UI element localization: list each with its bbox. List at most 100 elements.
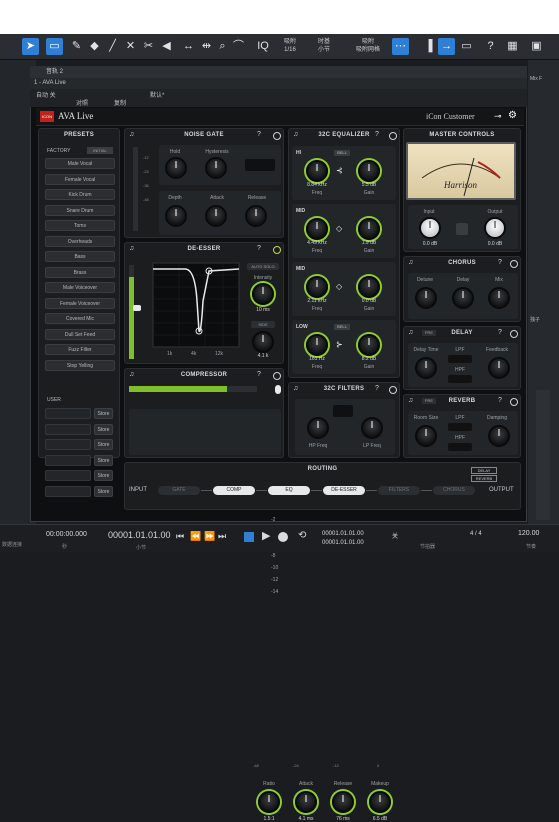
preset-item[interactable]: Stop Yelling (45, 359, 115, 371)
preset-dropdown[interactable]: 默认* (150, 90, 164, 99)
store-button[interactable]: Store (94, 408, 113, 419)
preset-item[interactable]: Toms (45, 220, 115, 231)
deesser-headphone-icon[interactable]: ♫ (129, 245, 134, 252)
view-icon[interactable]: ▦ (504, 38, 521, 55)
preset-item[interactable]: Male Vocal (45, 158, 115, 169)
filters-slope-display[interactable] (333, 405, 353, 417)
store-button[interactable]: Store (94, 470, 113, 481)
gate-release-knob[interactable] (245, 205, 267, 227)
chorus-delay-knob[interactable] (452, 287, 474, 309)
comp-threshold-handle[interactable] (275, 385, 281, 394)
gate-power-icon[interactable] (273, 132, 281, 140)
range-tool-icon[interactable]: ▭ (46, 38, 63, 55)
hp-freq-knob[interactable] (307, 417, 329, 439)
reverb-hpf-slider[interactable] (448, 443, 472, 451)
forward-icon[interactable]: ⏩ (204, 531, 215, 542)
copy-button[interactable]: 复制 (114, 98, 126, 107)
routing-chip[interactable]: EQ (268, 486, 310, 495)
reverb-lpf-slider[interactable] (448, 423, 472, 431)
eq-gain-knob[interactable] (358, 218, 380, 240)
arrow-tool-icon[interactable]: ➤ (22, 38, 39, 55)
side-button[interactable]: SIDE (251, 321, 275, 328)
auto-solo-button[interactable]: AUTO SOLO (247, 263, 279, 270)
pencil-tool-icon[interactable]: ✎ (68, 38, 85, 55)
mute-tool-icon[interactable]: ✕ (122, 38, 139, 55)
follow-icon[interactable]: → (438, 38, 455, 55)
play-button[interactable]: ▶ (262, 529, 270, 542)
user-preset-slot[interactable] (45, 454, 91, 466)
eq-gain-knob[interactable] (358, 160, 380, 182)
compare-button[interactable]: 对照 (76, 98, 88, 107)
sync-value[interactable]: 关 (392, 531, 398, 540)
stretch-tool-icon[interactable]: ⇹ (198, 38, 215, 55)
filters-help-icon[interactable]: ? (375, 385, 379, 392)
comp-power-icon[interactable] (273, 372, 281, 380)
bend-tool-icon[interactable]: ↔ (180, 38, 197, 55)
gate-depth-knob[interactable] (165, 205, 187, 227)
input-knob[interactable] (419, 217, 441, 239)
room-size-knob[interactable] (415, 425, 437, 447)
user-preset-slot[interactable] (45, 408, 91, 419)
gate-hold-knob[interactable] (165, 157, 187, 179)
delay-power-icon[interactable] (510, 330, 518, 338)
lp-freq-knob[interactable] (361, 417, 383, 439)
plugin-window-titlebar[interactable]: 音轨 2 (30, 66, 527, 78)
comp-knob[interactable] (295, 791, 317, 813)
preset-item[interactable]: Female Vocal (45, 173, 115, 185)
preset-item[interactable]: Brass (45, 266, 115, 278)
zoom-tool-icon[interactable]: ⌕ (214, 38, 231, 55)
preset-item[interactable]: Kick Drum (45, 189, 115, 200)
snap-value[interactable]: 1/16 (280, 47, 300, 54)
delay-time-knob[interactable] (415, 357, 437, 379)
deesser-graph[interactable]: 1k 4k 12k (139, 261, 243, 359)
auto-label[interactable]: 自动 关 (36, 90, 56, 99)
scrub-tool-icon[interactable]: ⌒ (230, 38, 247, 55)
eq-gain-knob[interactable] (358, 276, 380, 298)
preset-item[interactable]: Bass (45, 251, 115, 262)
routing-chip[interactable]: COMP (213, 486, 255, 495)
gate-attack-knob[interactable] (205, 205, 227, 227)
record-button[interactable] (278, 532, 288, 542)
output-knob[interactable] (484, 217, 506, 239)
stop-button[interactable] (244, 532, 254, 542)
comp-knob[interactable] (332, 791, 354, 813)
eq-freq-knob[interactable] (306, 218, 328, 240)
gate-headphone-icon[interactable]: ♫ (129, 131, 134, 138)
split-tool-icon[interactable]: ✂ (140, 38, 157, 55)
eq-band-shape-button[interactable]: BELL (334, 324, 350, 330)
eq-help-icon[interactable]: ? (375, 131, 379, 138)
intensity-knob[interactable] (252, 283, 274, 305)
routing-chip[interactable]: CHORUS (433, 486, 475, 495)
track-selector[interactable]: 1 - AVA Live (34, 78, 66, 89)
init-button[interactable]: INITIAL (87, 147, 113, 154)
paint-tool-icon[interactable]: ╱ (104, 38, 121, 55)
gate-threshold-display[interactable] (245, 159, 275, 171)
preset-item[interactable]: Female Voiceover (45, 297, 115, 309)
rewind-start-icon[interactable]: ⏮ (176, 531, 184, 542)
user-preset-slot[interactable] (45, 485, 91, 497)
bypass-icon[interactable]: ⊸ (494, 111, 502, 122)
delay-hpf-slider[interactable] (448, 375, 472, 383)
delay-lpf-slider[interactable] (448, 355, 472, 363)
user-preset-slot[interactable] (45, 470, 91, 481)
store-button[interactable]: Store (94, 439, 113, 450)
routing-chip[interactable]: GATE (158, 486, 200, 495)
feedback-knob[interactable] (488, 357, 510, 379)
reverb-power-icon[interactable] (510, 398, 518, 406)
right-fader-track[interactable] (536, 390, 550, 520)
window-icon[interactable]: ▣ (528, 38, 545, 55)
eq-freq-knob[interactable] (306, 276, 328, 298)
iq-button[interactable]: IQ (256, 38, 270, 55)
snap-mode-value[interactable]: 吸附网格 (356, 47, 380, 54)
loop-icon[interactable]: ⟲ (298, 530, 306, 541)
reverb-help-icon[interactable]: ? (498, 397, 502, 404)
eq-gain-knob[interactable] (358, 334, 380, 356)
deesser-help-icon[interactable]: ? (257, 245, 261, 252)
preset-item[interactable]: Male Voiceover (45, 282, 115, 293)
snap-toggle-icon[interactable]: ⋯ (392, 38, 409, 55)
preset-item[interactable]: Snare Drum (45, 204, 115, 216)
gate-hysteresis-knob[interactable] (205, 157, 227, 179)
listen-tool-icon[interactable]: ◀ (158, 38, 175, 55)
forward-end-icon[interactable]: ⏭ (218, 531, 226, 542)
eq-headphone-icon[interactable]: ♫ (293, 131, 298, 138)
